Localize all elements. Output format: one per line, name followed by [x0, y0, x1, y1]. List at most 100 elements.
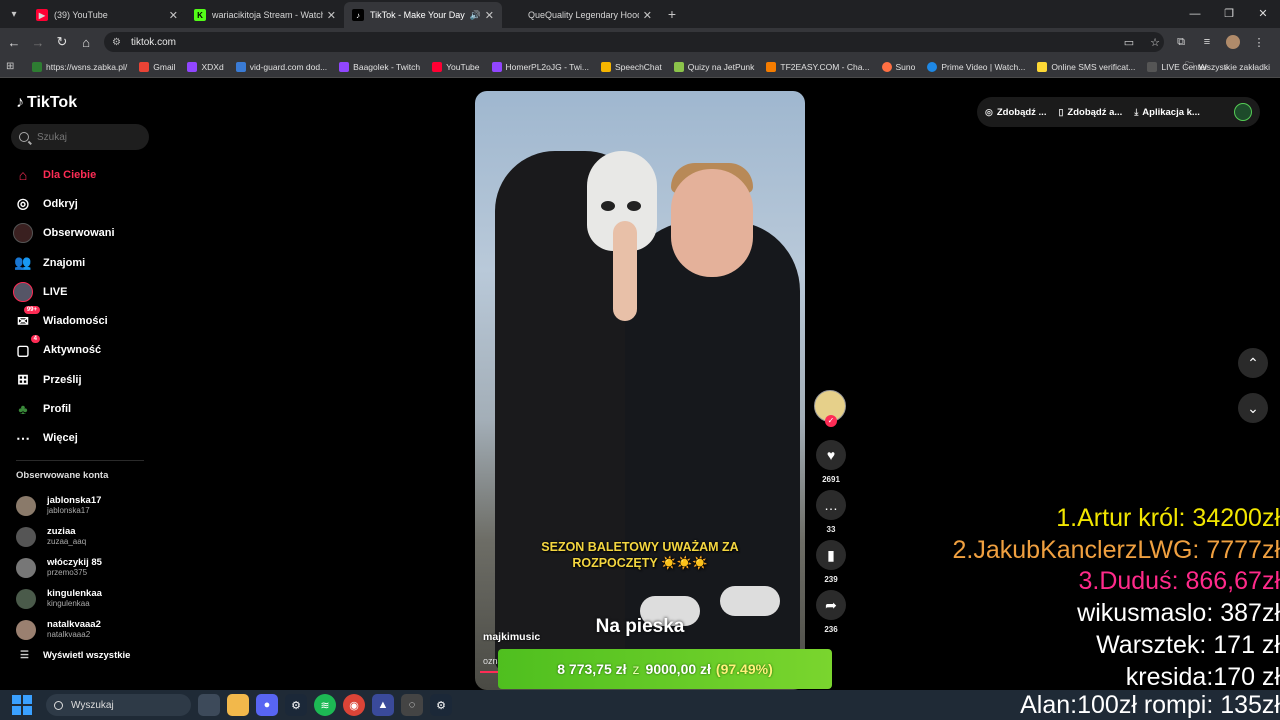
pill-label: Aplikacja k...: [1142, 106, 1200, 118]
close-window-icon[interactable]: ✕: [1246, 0, 1280, 28]
share-button[interactable]: ➦ 236: [814, 590, 848, 634]
like-button[interactable]: ♥ 2691: [814, 440, 848, 484]
tab-title: (39) YouTube: [54, 10, 108, 20]
address-bar: ← → ↻ ⌂ ⚙ tiktok.com ▭ ☆ ⧉ ≡ ⋮: [0, 28, 1280, 56]
all-bookmarks[interactable]: 🗀 Wszystkie zakładki: [1185, 56, 1270, 78]
reload-icon[interactable]: ↻: [50, 34, 74, 50]
forward-icon[interactable]: →: [26, 35, 50, 50]
pill-label: Zdobądź ...: [996, 106, 1047, 118]
followed-account[interactable]: włóczykij 85 przemo375: [16, 552, 156, 583]
get-coins-button[interactable]: ◎ Zdobądź ...: [985, 107, 1046, 118]
profile-avatar[interactable]: [1226, 35, 1240, 49]
steam-icon[interactable]: ⚙: [430, 694, 452, 716]
bookmark[interactable]: https://wsns.zabka.pl/: [32, 61, 127, 72]
followed-account[interactable]: natalkvaaa2 natalkvaaa2: [16, 614, 156, 645]
folder-icon: 🗀: [1185, 60, 1194, 70]
star-icon[interactable]: ☆: [1142, 36, 1168, 49]
cast-icon[interactable]: ▭: [1116, 36, 1142, 49]
file-explorer-icon[interactable]: [227, 694, 249, 716]
new-tab-button[interactable]: +: [660, 6, 684, 22]
nav-more[interactable]: ⋯ Więcej: [12, 424, 152, 453]
site-info-icon[interactable]: ⚙: [112, 37, 121, 48]
bookmark[interactable]: XDXd: [187, 61, 224, 72]
creator-avatar[interactable]: ✓: [814, 390, 846, 427]
save-button[interactable]: ▮ 239: [814, 540, 848, 584]
tiktok-logo[interactable]: ♪ TikTok: [16, 94, 77, 112]
app-icon[interactable]: ◌: [401, 694, 423, 716]
account-name: kingulenkaa: [47, 588, 102, 599]
close-icon[interactable]: ✕: [169, 9, 178, 22]
previous-video-button[interactable]: ⌃: [1238, 348, 1268, 378]
close-icon[interactable]: ✕: [643, 9, 652, 22]
bookmark[interactable]: SpeechChat: [600, 61, 662, 72]
search-bar[interactable]: [11, 124, 149, 150]
taskbar-search[interactable]: Wyszukaj: [46, 694, 191, 716]
nav-label: Profil: [43, 403, 72, 416]
next-video-button[interactable]: ⌄: [1238, 393, 1268, 423]
speaker-icon[interactable]: 🔊: [470, 10, 481, 21]
nav-upload[interactable]: ⊞ Prześlij: [12, 365, 152, 394]
apps-icon[interactable]: ⊞: [6, 61, 24, 72]
logo-text: TikTok: [27, 94, 78, 111]
spotify-icon[interactable]: ≋: [314, 694, 336, 716]
home-icon[interactable]: ⌂: [74, 35, 98, 50]
menu-icon[interactable]: ⋮: [1246, 36, 1272, 49]
desktop-app-button[interactable]: ⤓ Aplikacja k...: [1134, 107, 1200, 118]
nav-activity[interactable]: ▢ 4 Aktywność: [12, 335, 152, 365]
nav-label: Prześlij: [43, 373, 82, 386]
bookmark[interactable]: Suno: [881, 61, 915, 72]
bookmark[interactable]: Gmail: [139, 61, 175, 72]
close-icon[interactable]: ✕: [327, 9, 336, 22]
nav-live[interactable]: LIVE: [12, 277, 152, 306]
windows-start-icon[interactable]: [12, 695, 32, 715]
maximize-icon[interactable]: ❐: [1212, 0, 1246, 28]
raised-finger: [613, 221, 637, 321]
url-field[interactable]: ⚙ tiktok.com: [104, 32, 1164, 52]
tab-hoodie[interactable]: QueQuality Legendary Hoodie ✕: [502, 2, 660, 28]
bookmark[interactable]: Quizy na JetPunk: [673, 61, 754, 72]
tab-kick[interactable]: K wariacikitoja Stream - Watch Li… ✕: [186, 2, 344, 28]
followed-account[interactable]: jablonska17 jablonska17: [16, 490, 156, 521]
followed-account[interactable]: kingulenkaa kingulenkaa: [16, 583, 156, 614]
bookmark-label: vid-guard.com dod...: [249, 61, 328, 72]
nav-friends[interactable]: 👥 Znajomi: [12, 248, 152, 277]
video-player[interactable]: SEZON BALETOWY UWAŻAM ZA ROZPOCZĘTY ☀️☀️…: [475, 91, 805, 690]
save-count: 239: [824, 575, 838, 584]
tab-search-icon[interactable]: ▾: [0, 0, 28, 28]
search-input[interactable]: [37, 131, 137, 143]
task-view-icon[interactable]: [198, 694, 220, 716]
minimize-icon[interactable]: —: [1178, 0, 1212, 28]
discord-icon[interactable]: ●: [256, 694, 278, 716]
steam-icon[interactable]: ⚙: [285, 694, 307, 716]
goal-percent: (97.49%): [715, 661, 773, 677]
media-icon[interactable]: ≡: [1194, 36, 1220, 48]
bookmark[interactable]: Prime Video | Watch...: [927, 61, 1025, 72]
bookmark[interactable]: vid-guard.com dod...: [235, 61, 328, 72]
bookmark[interactable]: HomerPL2oJG - Twi...: [491, 61, 589, 72]
nav-for-you[interactable]: ⌂ Dla Ciebie: [12, 160, 152, 189]
follow-icon[interactable]: ✓: [825, 415, 837, 427]
avatar[interactable]: [1234, 103, 1252, 121]
vpn-icon[interactable]: ▲: [372, 694, 394, 716]
donor-entry: 1.Artur król: 34200zł: [1056, 504, 1280, 532]
extensions-icon[interactable]: ⧉: [1168, 36, 1194, 49]
bookmark[interactable]: Online SMS verificat...: [1037, 61, 1135, 72]
chrome-icon[interactable]: ◉: [343, 694, 365, 716]
close-icon[interactable]: ✕: [485, 9, 494, 22]
search-icon: [54, 700, 63, 710]
tab-tiktok[interactable]: ♪ TikTok - Make Your Day 🔊 ✕: [344, 2, 502, 28]
comment-button[interactable]: … 33: [814, 490, 848, 534]
show-all-button[interactable]: ☰ Wyświetl wszystkie: [20, 650, 130, 661]
bookmark[interactable]: YouTube: [432, 61, 480, 72]
tab-youtube[interactable]: ▶ (39) YouTube ✕: [28, 2, 186, 28]
nav-explore[interactable]: ◎ Odkryj: [12, 189, 152, 218]
video-author[interactable]: majkimusic: [483, 631, 540, 643]
back-icon[interactable]: ←: [2, 35, 26, 50]
bookmark[interactable]: Baagolek - Twitch: [339, 61, 420, 72]
followed-account[interactable]: zuziaa zuzaa_aaq: [16, 521, 156, 552]
bookmark[interactable]: TF2EASY.COM - Cha...: [766, 61, 870, 72]
get-app-button[interactable]: ▯ Zdobądź a...: [1058, 107, 1122, 118]
nav-following[interactable]: Obserwowani: [12, 219, 152, 248]
nav-messages[interactable]: ✉ 99+ Wiadomości: [12, 306, 152, 335]
nav-profile[interactable]: ♣ Profil: [12, 394, 152, 423]
